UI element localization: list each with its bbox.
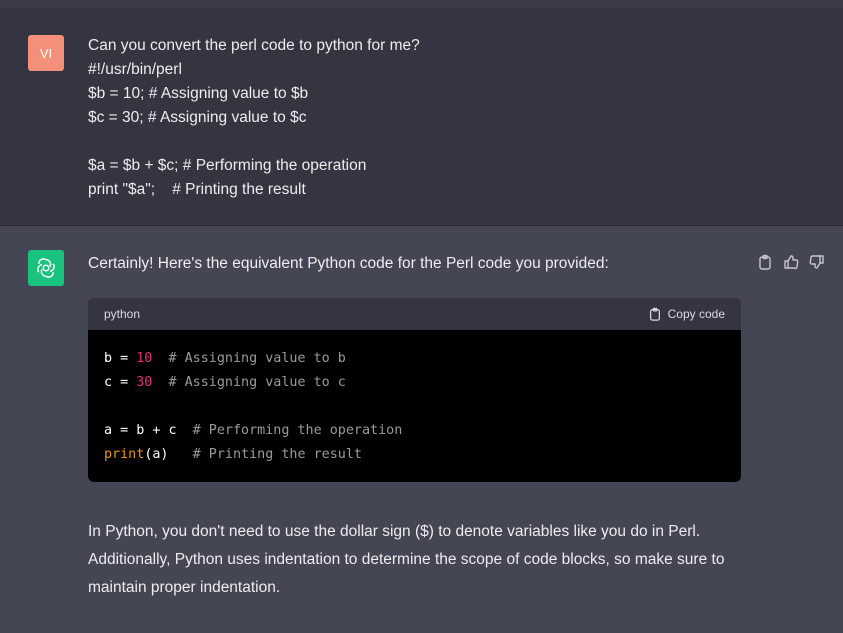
code-token-operator: = — [112, 375, 137, 390]
code-token-variable: b — [104, 351, 113, 366]
user-message-text: Can you convert the perl code to python … — [88, 34, 420, 202]
assistant-avatar — [28, 250, 64, 286]
code-line: a = b + c # Performing the operation — [104, 419, 725, 443]
user-line: #!/usr/bin/perl — [88, 61, 182, 78]
user-line — [88, 130, 420, 154]
code-block: python Copy code b = 10 # Assigning valu… — [88, 298, 741, 482]
copy-code-label: Copy code — [667, 307, 725, 321]
code-line: c = 30 # Assigning value to c — [104, 371, 725, 395]
code-body: b = 10 # Assigning value to b c = 30 # A… — [88, 330, 741, 482]
code-token-function: print — [104, 447, 145, 462]
message-actions — [755, 252, 827, 272]
copy-code-button[interactable]: Copy code — [648, 307, 725, 321]
openai-logo-icon — [37, 258, 55, 278]
thumbs-up-icon[interactable] — [781, 252, 801, 272]
code-token-comment: # Assigning value to b — [152, 351, 346, 366]
user-avatar-initials: VI — [39, 45, 53, 61]
code-token-variable: c — [104, 375, 113, 390]
code-token-comment: # Performing the operation — [176, 423, 403, 438]
user-line: $c = 30; # Assigning value to $c — [88, 109, 307, 126]
top-bar — [0, 0, 843, 8]
thumbs-down-icon[interactable] — [807, 252, 827, 272]
user-avatar: VI — [28, 35, 64, 71]
user-line: print "$a"; # Printing the result — [88, 181, 306, 198]
code-header: python Copy code — [88, 298, 741, 330]
code-token-number: 10 — [136, 351, 153, 366]
code-language-label: python — [104, 307, 141, 321]
code-line: print(a) # Printing the result — [104, 443, 725, 467]
code-token-operator: = — [112, 351, 137, 366]
user-line: Can you convert the perl code to python … — [88, 37, 420, 54]
code-token-arguments: (a) — [144, 447, 169, 462]
user-line: $a = $b + $c; # Performing the operation — [88, 157, 367, 174]
code-token-comment: # Printing the result — [168, 447, 362, 462]
code-token-number: 30 — [136, 375, 153, 390]
user-message: VI Can you convert the perl code to pyth… — [0, 8, 843, 226]
user-line: $b = 10; # Assigning value to $b — [88, 85, 309, 102]
assistant-intro-text: Certainly! Here's the equivalent Python … — [88, 255, 609, 272]
code-token-expression: a = b + c — [104, 423, 177, 438]
assistant-outro-text: In Python, you don't need to use the dol… — [88, 523, 725, 596]
code-line: b = 10 # Assigning value to b — [104, 347, 725, 371]
code-token-comment: # Assigning value to c — [152, 375, 346, 390]
clipboard-icon[interactable] — [755, 252, 775, 272]
clipboard-icon — [649, 307, 660, 321]
assistant-message: Certainly! Here's the equivalent Python … — [0, 226, 843, 633]
